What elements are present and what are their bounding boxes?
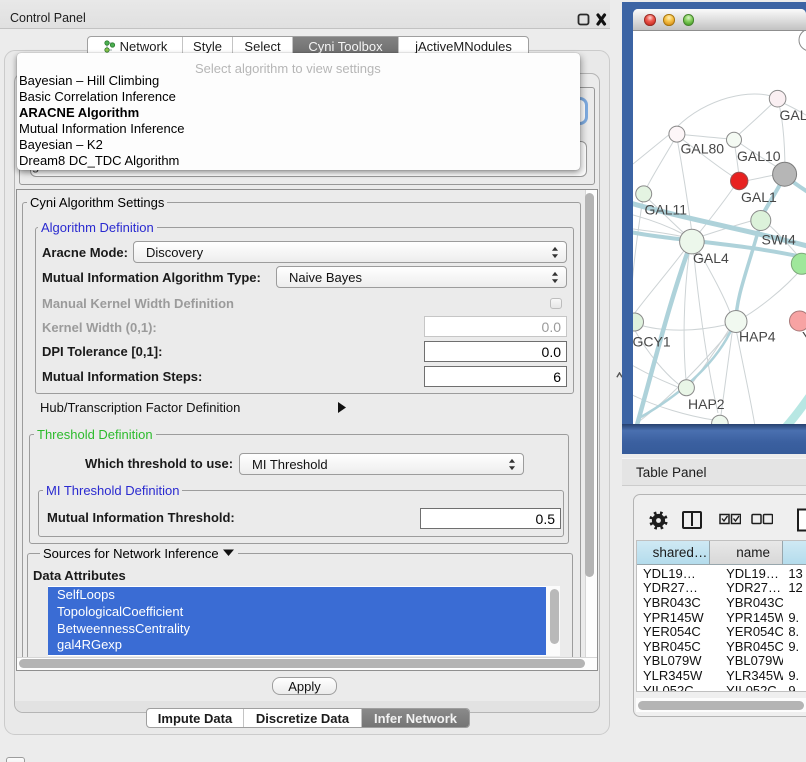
svg-text:Y: Y [802, 329, 806, 345]
svg-text:GAL11: GAL11 [645, 202, 688, 218]
svg-text:HAP4: HAP4 [739, 329, 776, 345]
svg-text:HAP2: HAP2 [688, 396, 725, 412]
svg-text:GAL10: GAL10 [737, 148, 781, 164]
svg-text:GCY1: GCY1 [633, 334, 671, 350]
svg-text:GAL1: GAL1 [741, 189, 777, 205]
svg-text:GAL80: GAL80 [681, 141, 725, 157]
svg-text:GAL7: GAL7 [780, 107, 806, 123]
svg-text:SWI4: SWI4 [762, 232, 796, 248]
svg-text:GAL4: GAL4 [693, 250, 729, 266]
